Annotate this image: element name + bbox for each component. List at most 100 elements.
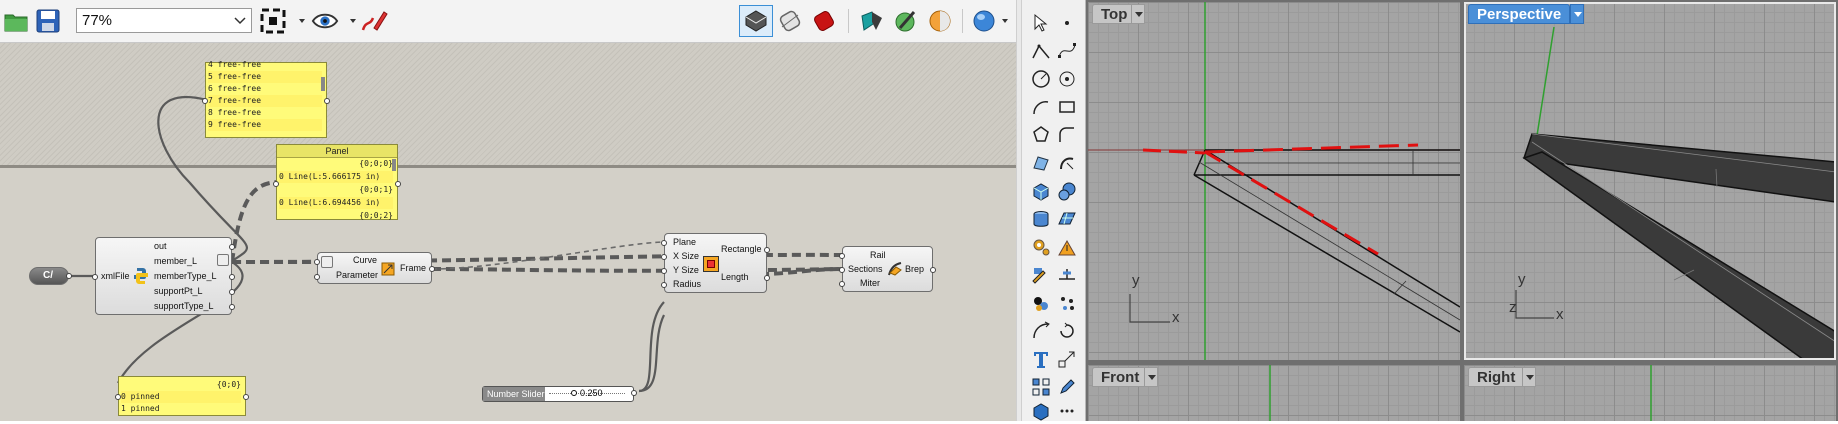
- arc-icon[interactable]: [1028, 94, 1054, 120]
- dimension-icon[interactable]: [1054, 262, 1080, 288]
- input-port[interactable]: [661, 240, 667, 246]
- viewport-right[interactable]: Right: [1464, 365, 1836, 421]
- array-icon[interactable]: [1028, 374, 1054, 400]
- rotate-icon[interactable]: [1054, 318, 1080, 344]
- polyline-icon[interactable]: [1028, 38, 1054, 64]
- gumball-icon[interactable]: [892, 7, 920, 35]
- viewport-menu-arrow-icon[interactable]: [1570, 4, 1584, 24]
- output-port[interactable]: [764, 275, 770, 281]
- material-ball-icon[interactable]: [926, 7, 954, 35]
- save-file-icon[interactable]: [34, 7, 62, 35]
- panel-output-port[interactable]: [395, 181, 401, 187]
- group-icon[interactable]: [1028, 290, 1054, 316]
- output-port[interactable]: [631, 390, 637, 396]
- viewport-front[interactable]: Front: [1088, 365, 1460, 421]
- input-port[interactable]: [92, 274, 98, 280]
- preview-caret-icon[interactable]: [350, 19, 356, 23]
- input-port[interactable]: [661, 254, 667, 260]
- panel-output-port[interactable]: [324, 98, 330, 104]
- input-port[interactable]: [839, 267, 845, 273]
- cylinder-icon[interactable]: [1028, 206, 1054, 232]
- output-port[interactable]: [930, 267, 936, 273]
- edit-icon[interactable]: [1054, 374, 1080, 400]
- panel-support-types[interactable]: {0;0} 0 pinned 1 pinned: [115, 376, 249, 416]
- preview-red-icon[interactable]: [810, 7, 838, 35]
- select-arrow-icon[interactable]: [1028, 10, 1054, 36]
- output-port[interactable]: [764, 247, 770, 253]
- viewport-tab-front[interactable]: Front: [1092, 367, 1149, 387]
- rectangle-icon[interactable]: [1054, 94, 1080, 120]
- zoom-extents-icon[interactable]: [259, 7, 287, 35]
- zoom-level-select[interactable]: 77%: [76, 8, 252, 33]
- viewport-perspective[interactable]: y z x Perspective: [1464, 2, 1836, 360]
- explode-icon[interactable]: [1054, 234, 1080, 260]
- viewport-menu-arrow-icon[interactable]: [1131, 4, 1145, 24]
- preview-wireframe-icon[interactable]: [776, 7, 804, 35]
- sweep-component[interactable]: Rail Sections Miter Brep: [839, 246, 936, 292]
- circle-center-icon[interactable]: [1054, 66, 1080, 92]
- fillet-icon[interactable]: [1054, 122, 1080, 148]
- panel-lines[interactable]: Panel {0;0;0} 0 Line(L:5.666175 in) {0;0…: [273, 144, 401, 220]
- panel-input-port[interactable]: [115, 394, 121, 400]
- preview-shaded-icon[interactable]: [742, 7, 770, 35]
- panel-input-port[interactable]: [273, 181, 279, 187]
- output-port[interactable]: [229, 304, 235, 310]
- panel-input-port[interactable]: [202, 98, 208, 104]
- input-port[interactable]: [314, 274, 320, 280]
- circle-icon[interactable]: [1028, 66, 1054, 92]
- output-port[interactable]: [229, 289, 235, 295]
- sphere-icon[interactable]: [1054, 178, 1080, 204]
- polygon-icon[interactable]: [1028, 122, 1054, 148]
- join-icon[interactable]: [1054, 290, 1080, 316]
- viewport-tab-perspective[interactable]: Perspective: [1468, 4, 1571, 24]
- input-port[interactable]: [839, 281, 845, 287]
- graft-icon[interactable]: [321, 256, 333, 268]
- sweep-icon: [888, 262, 902, 276]
- zoom-caret-icon[interactable]: [299, 19, 305, 23]
- input-port[interactable]: [314, 259, 320, 265]
- mesh-plane-icon[interactable]: [1054, 206, 1080, 232]
- panel-scrollbar[interactable]: [392, 159, 396, 171]
- gear-settings-icon[interactable]: [1028, 234, 1054, 260]
- solid-box-icon[interactable]: [1028, 398, 1054, 424]
- rectangle-component[interactable]: Plane X Size Y Size Radius Rectangle Len…: [661, 233, 770, 293]
- revolve-icon[interactable]: [1054, 150, 1080, 176]
- viewport-top[interactable]: y x Top: [1088, 2, 1460, 360]
- python-script-component[interactable]: xmlFile out member_L memberType_L suppor…: [92, 237, 235, 315]
- bake-icon[interactable]: [858, 7, 886, 35]
- curve-points-icon[interactable]: [1054, 38, 1080, 64]
- transform-icon[interactable]: [1028, 318, 1054, 344]
- dots-icon[interactable]: [1054, 398, 1080, 424]
- scale-icon[interactable]: [1054, 346, 1080, 372]
- slider-grip[interactable]: [571, 390, 577, 396]
- number-slider[interactable]: Number Slider 0.250: [482, 386, 637, 402]
- panel-scrollbar[interactable]: [321, 77, 325, 91]
- file-path-component[interactable]: C/: [29, 267, 72, 285]
- input-port[interactable]: [661, 268, 667, 274]
- open-file-icon[interactable]: [2, 7, 30, 35]
- zoomable-ui-icon[interactable]: [217, 254, 229, 266]
- surface-corner-icon[interactable]: [1028, 150, 1054, 176]
- output-port[interactable]: [229, 274, 235, 280]
- viewport-tab-top[interactable]: Top: [1092, 4, 1137, 24]
- text-icon[interactable]: [1028, 346, 1054, 372]
- grasshopper-canvas[interactable]: 4 free-free 5 free-free 6 free-free 7 fr…: [0, 43, 1016, 421]
- panel-member-types[interactable]: 4 free-free 5 free-free 6 free-free 7 fr…: [202, 60, 330, 138]
- panel-output-port[interactable]: [243, 394, 249, 400]
- box-icon[interactable]: [1028, 178, 1054, 204]
- output-port[interactable]: [66, 273, 72, 279]
- viewport-menu-arrow-icon[interactable]: [1522, 367, 1536, 387]
- viewport-menu-arrow-icon[interactable]: [1144, 367, 1158, 387]
- boolean-icon[interactable]: [1028, 262, 1054, 288]
- point-icon[interactable]: [1054, 10, 1080, 36]
- sketch-pen-icon[interactable]: [360, 7, 388, 35]
- input-port[interactable]: [839, 253, 845, 259]
- input-port[interactable]: [661, 282, 667, 288]
- render-caret-icon[interactable]: [1002, 19, 1008, 23]
- render-sphere-icon[interactable]: [970, 7, 998, 35]
- preview-eye-icon[interactable]: [311, 7, 339, 35]
- perp-frame-component[interactable]: Curve Parameter Frame: [314, 252, 435, 284]
- output-port[interactable]: [429, 266, 435, 272]
- viewport-tab-right[interactable]: Right: [1468, 367, 1525, 387]
- output-port[interactable]: [229, 244, 235, 250]
